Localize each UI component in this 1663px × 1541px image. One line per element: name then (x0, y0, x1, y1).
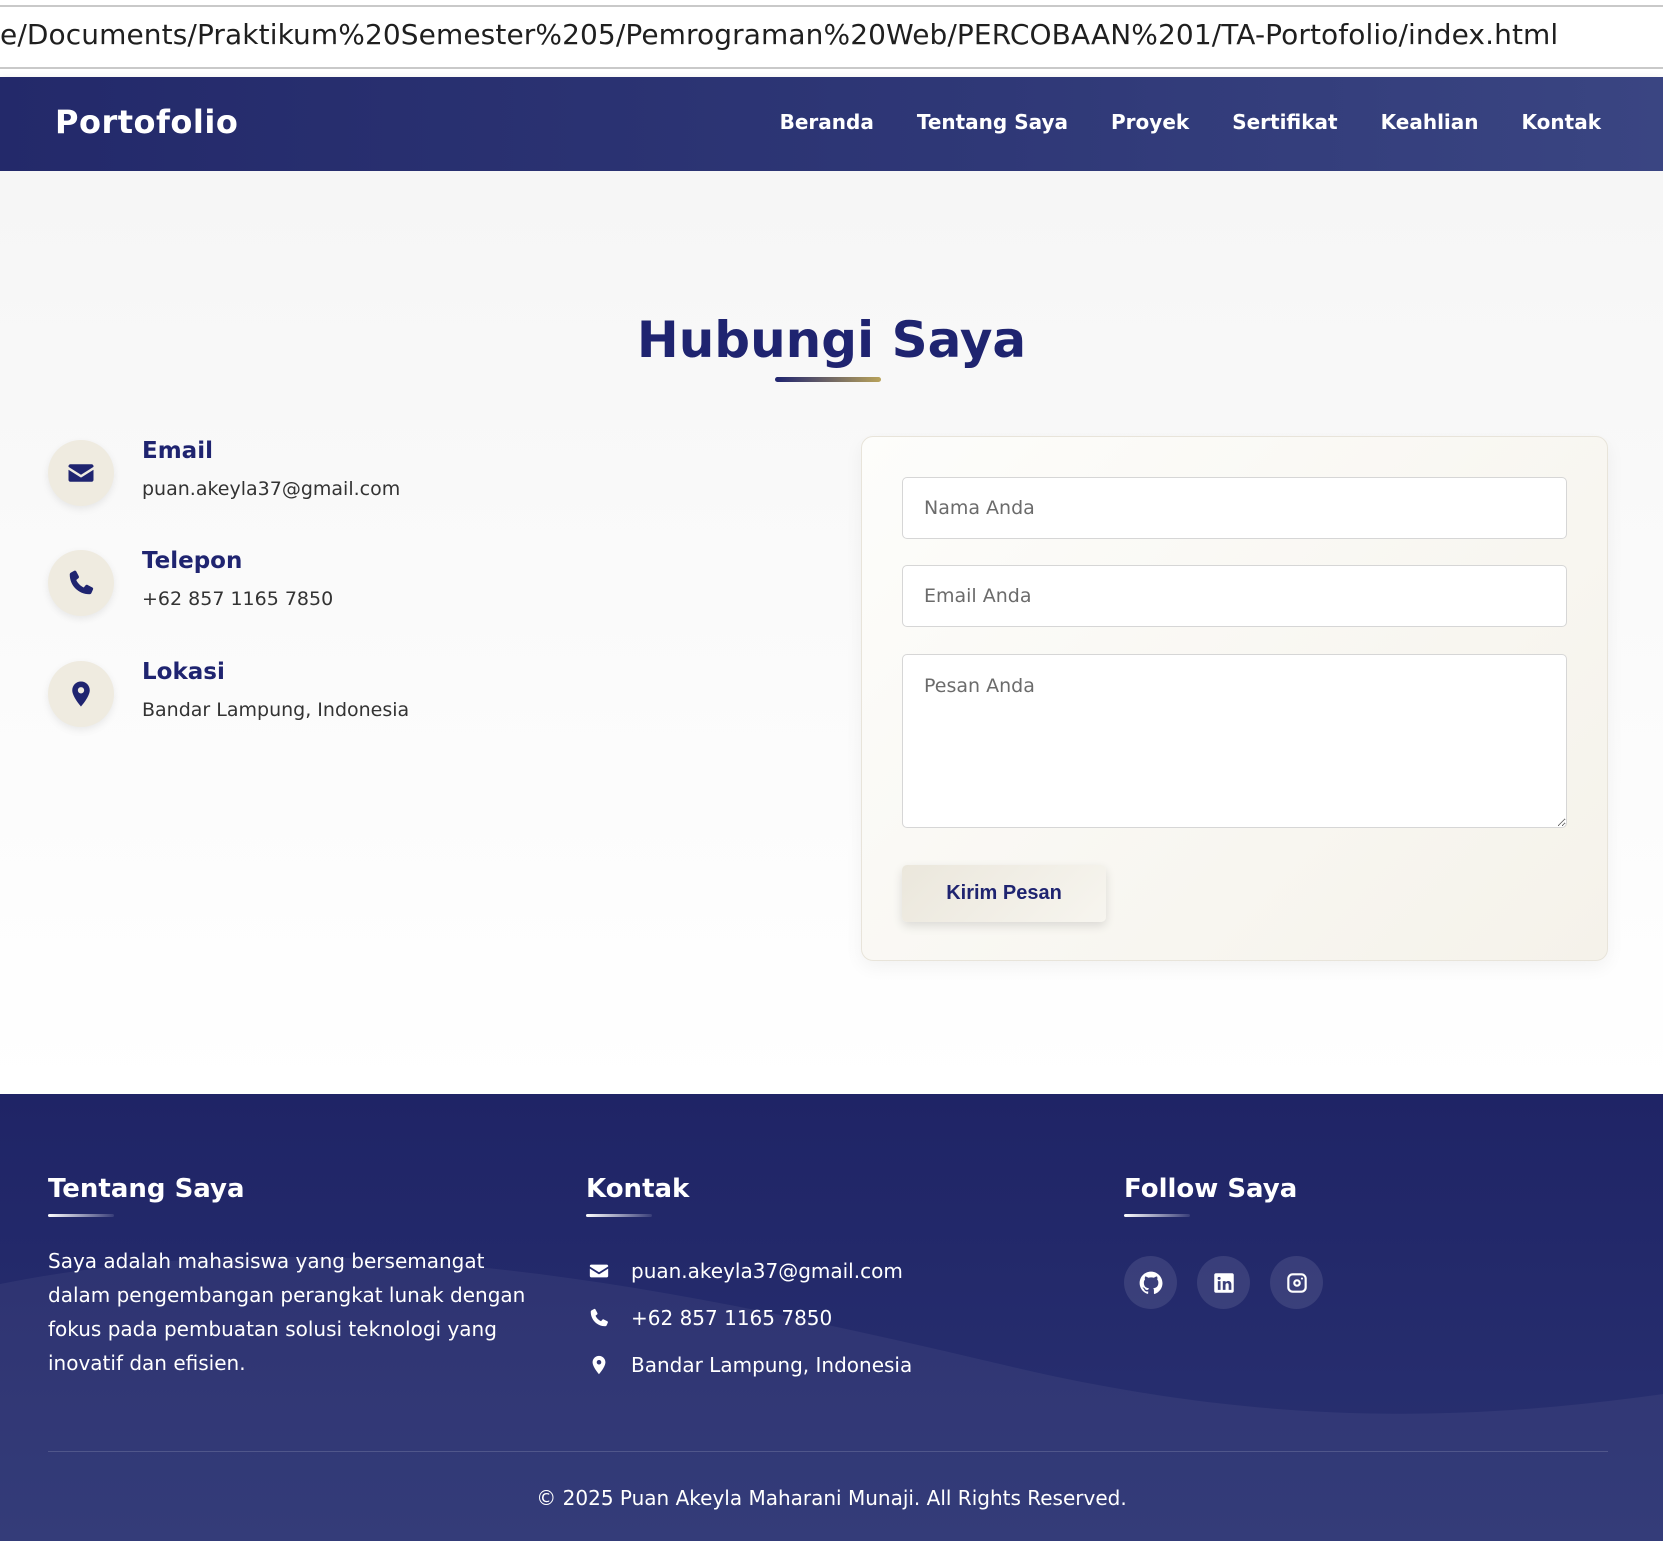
footer-contact-column: Kontak puan.akeyla37@gmail.com +62 857 1… (586, 1174, 912, 1377)
linkedin-icon (1213, 1272, 1234, 1293)
footer-contact-location: Bandar Lampung, Indonesia (586, 1350, 912, 1380)
contact-info-value: puan.akeyla37@gmail.com (142, 478, 401, 500)
email-input[interactable] (902, 565, 1567, 627)
footer-contact-heading: Kontak (586, 1174, 690, 1204)
phone-icon (48, 550, 114, 616)
contact-info-location: Lokasi Bandar Lampung, Indonesia (48, 659, 748, 731)
address-bar-border-top (0, 5, 1663, 7)
contact-info-email: Email puan.akeyla37@gmail.com (48, 438, 748, 510)
footer-contact-phone: +62 857 1165 7850 (586, 1303, 832, 1333)
footer-social-heading: Follow Saya (1124, 1174, 1298, 1204)
title-underline (775, 377, 881, 382)
github-link[interactable] (1124, 1256, 1177, 1309)
footer: Tentang Saya Saya adalah mahasiswa yang … (0, 1094, 1663, 1541)
envelope-icon (48, 440, 114, 506)
nav-link-tentang-saya[interactable]: Tentang Saya (917, 110, 1068, 134)
linkedin-link[interactable] (1197, 1256, 1250, 1309)
footer-contact-email: puan.akeyla37@gmail.com (586, 1256, 903, 1286)
message-textarea[interactable] (902, 654, 1567, 828)
instagram-icon (1286, 1272, 1307, 1293)
nav-link-keahlian[interactable]: Keahlian (1381, 110, 1479, 134)
nav-link-kontak[interactable]: Kontak (1522, 110, 1601, 134)
github-icon (1139, 1271, 1162, 1294)
contact-info-label: Lokasi (142, 659, 225, 685)
envelope-icon (586, 1258, 612, 1284)
contact-info-label: Telepon (142, 548, 243, 574)
instagram-link[interactable] (1270, 1256, 1323, 1309)
name-input[interactable] (902, 477, 1567, 539)
brand-logo[interactable]: Portofolio (55, 103, 238, 141)
contact-info-phone: Telepon +62 857 1165 7850 (48, 548, 748, 620)
footer-heading-underline (48, 1214, 114, 1217)
social-links (1124, 1256, 1323, 1309)
map-marker-icon (586, 1352, 612, 1378)
contact-info-value: Bandar Lampung, Indonesia (142, 699, 410, 721)
address-bar-border-bottom (0, 67, 1663, 69)
contact-info-value: +62 857 1165 7850 (142, 588, 334, 610)
navbar: Portofolio Beranda Tentang Saya Proyek S… (0, 77, 1663, 171)
map-marker-icon (48, 661, 114, 727)
footer-contact-email-text: puan.akeyla37@gmail.com (631, 1259, 903, 1283)
footer-divider (48, 1451, 1608, 1452)
contact-section: Hubungi Saya Email puan.akeyla37@gmail.c… (0, 171, 1663, 1094)
footer-contact-phone-text: +62 857 1165 7850 (631, 1306, 833, 1330)
footer-social-column: Follow Saya (1124, 1174, 1323, 1309)
send-message-button[interactable]: Kirim Pesan (902, 865, 1106, 922)
footer-about-column: Tentang Saya Saya adalah mahasiswa yang … (48, 1174, 525, 1375)
footer-about-heading: Tentang Saya (48, 1174, 245, 1204)
copyright-text: © 2025 Puan Akeyla Maharani Munaji. All … (536, 1486, 1127, 1510)
address-bar-url[interactable]: e/Documents/Praktikum%20Semester%205/Pem… (0, 18, 1558, 51)
nav-link-beranda[interactable]: Beranda (780, 110, 874, 134)
nav-links: Beranda Tentang Saya Proyek Sertifikat K… (780, 110, 1601, 134)
nav-link-sertifikat[interactable]: Sertifikat (1232, 110, 1337, 134)
phone-icon (586, 1305, 612, 1331)
contact-info-label: Email (142, 438, 213, 464)
footer-heading-underline (1124, 1214, 1190, 1217)
footer-contact-location-text: Bandar Lampung, Indonesia (631, 1353, 913, 1377)
section-title: Hubungi Saya (636, 311, 1027, 369)
footer-about-text: Saya adalah mahasiswa yang bersemangat d… (48, 1249, 526, 1375)
browser-address-bar: e/Documents/Praktikum%20Semester%205/Pem… (0, 0, 1663, 76)
footer-heading-underline (586, 1214, 652, 1217)
contact-form: Kirim Pesan (861, 436, 1608, 961)
nav-link-proyek[interactable]: Proyek (1111, 110, 1189, 134)
